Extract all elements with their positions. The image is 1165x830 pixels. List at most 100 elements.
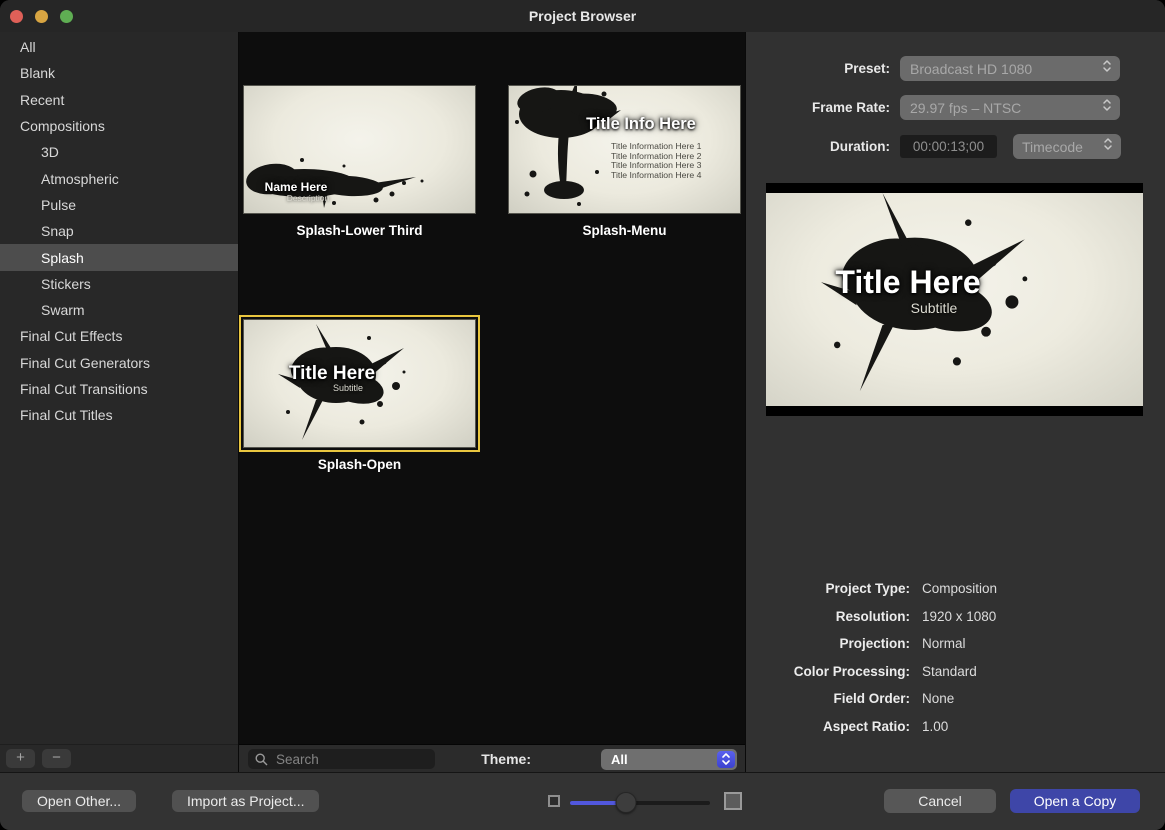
- info-row-field-order: Field Order: None: [746, 685, 1165, 713]
- info-value: Standard: [922, 658, 977, 686]
- info-row-project-type: Project Type: Composition: [746, 575, 1165, 603]
- chevron-updown-icon: [1103, 137, 1113, 156]
- duration-unit-value: Timecode: [1022, 139, 1083, 155]
- search-icon: [255, 753, 268, 766]
- info-label: Color Processing:: [746, 658, 910, 686]
- inspector-panel: Preset: Broadcast HD 1080 Frame Rate: 29…: [746, 32, 1165, 772]
- template-art-title: Name Here: [265, 180, 328, 194]
- theme-label: Theme:: [481, 745, 531, 773]
- sidebar-actions: + −: [0, 744, 238, 772]
- slider-knob[interactable]: [616, 792, 637, 813]
- template-thumbnail-splash-menu[interactable]: Title Info Here Title Information Here 1…: [508, 85, 741, 238]
- sidebar-item-label: Splash: [41, 250, 84, 266]
- thumbnail-size-slider[interactable]: [570, 790, 710, 814]
- bottom-toolbar: Open Other... Import as Project... Cance…: [0, 772, 1165, 830]
- sidebar-item-atmospheric[interactable]: Atmospheric: [0, 165, 238, 191]
- search-field[interactable]: [248, 749, 435, 769]
- frame-rate-dropdown[interactable]: 29.97 fps – NTSC: [900, 95, 1120, 120]
- preset-value: Broadcast HD 1080: [910, 61, 1032, 77]
- template-art-lines: Title Information Here 1Title Informatio…: [611, 142, 701, 180]
- sidebar-item-final-cut-transitions[interactable]: Final Cut Transitions: [0, 376, 238, 402]
- sidebar-item-snap[interactable]: Snap: [0, 218, 238, 244]
- frame-rate-label: Frame Rate:: [746, 95, 890, 120]
- sidebar-item-label: Snap: [41, 223, 74, 239]
- close-button[interactable]: [10, 10, 23, 23]
- info-value: Composition: [922, 575, 997, 603]
- preset-dropdown[interactable]: Broadcast HD 1080: [900, 56, 1120, 81]
- template-thumbnail-splash-lower-third[interactable]: Name Here Description Splash-Lower Third: [243, 85, 476, 238]
- info-value: 1.00: [922, 713, 948, 741]
- sidebar-item-splash[interactable]: Splash: [0, 244, 238, 270]
- sidebar-item-label: Recent: [20, 92, 64, 108]
- sidebar-item-all[interactable]: All: [0, 34, 238, 60]
- project-info-table: Project Type: Composition Resolution: 1920 …: [746, 575, 1165, 740]
- sidebar-item-final-cut-titles[interactable]: Final Cut Titles: [0, 402, 238, 428]
- info-row-resolution: Resolution: 1920 x 1080: [746, 603, 1165, 631]
- remove-button[interactable]: −: [42, 749, 71, 768]
- sidebar-item-final-cut-generators[interactable]: Final Cut Generators: [0, 350, 238, 376]
- sidebar-item-label: Final Cut Transitions: [20, 381, 148, 397]
- category-list: All Blank Recent Compositions 3D Atmospheric P…: [0, 32, 238, 428]
- template-name: Splash-Lower Third: [243, 223, 476, 238]
- info-label: Resolution:: [746, 603, 910, 631]
- import-as-project-button[interactable]: Import as Project...: [172, 790, 319, 812]
- info-label: Aspect Ratio:: [746, 713, 910, 741]
- template-art-line: Title Information Here 4: [611, 171, 701, 181]
- thumbnail-image: Title Here Subtitle: [243, 319, 476, 448]
- zoom-button[interactable]: [60, 10, 73, 23]
- traffic-lights: [10, 10, 73, 23]
- template-art-title: Title Info Here: [586, 115, 696, 134]
- add-button[interactable]: +: [6, 749, 35, 768]
- chevron-updown-icon: [1102, 59, 1112, 78]
- sidebar-item-stickers[interactable]: Stickers: [0, 271, 238, 297]
- sidebar-item-final-cut-effects[interactable]: Final Cut Effects: [0, 323, 238, 349]
- info-value: Normal: [922, 630, 966, 658]
- sidebar-item-recent[interactable]: Recent: [0, 87, 238, 113]
- template-name: Splash-Menu: [508, 223, 741, 238]
- sidebar-item-label: Stickers: [41, 276, 91, 292]
- template-thumbnail-splash-open[interactable]: Title Here Subtitle Splash-Open: [243, 319, 476, 472]
- preview-subtitle: Subtitle: [911, 300, 958, 316]
- open-other-button[interactable]: Open Other...: [22, 790, 136, 812]
- info-row-projection: Projection: Normal: [746, 630, 1165, 658]
- sidebar-item-label: Final Cut Titles: [20, 407, 113, 423]
- sidebar-item-label: Swarm: [41, 302, 85, 318]
- info-label: Projection:: [746, 630, 910, 658]
- thumbnail-size-small-icon: [548, 795, 560, 807]
- info-label: Field Order:: [746, 685, 910, 713]
- search-input[interactable]: [274, 751, 424, 768]
- project-browser-window: Project Browser All Blank Recent Compositio…: [0, 0, 1165, 830]
- info-row-color-processing: Color Processing: Standard: [746, 658, 1165, 686]
- sidebar-item-compositions[interactable]: Compositions: [0, 113, 238, 139]
- ink-splash-graphic: [244, 86, 476, 214]
- preview-image: Title Here Subtitle: [766, 193, 1143, 406]
- preset-label: Preset:: [746, 56, 890, 81]
- thumbnail-image: Title Info Here Title Information Here 1…: [508, 85, 741, 214]
- template-art-title: Title Here: [289, 363, 375, 385]
- theme-dropdown[interactable]: All: [601, 749, 737, 770]
- duration-field[interactable]: 00:00:13;00: [900, 135, 997, 158]
- info-value: 1920 x 1080: [922, 603, 996, 631]
- open-a-copy-button[interactable]: Open a Copy: [1010, 789, 1140, 813]
- sidebar-item-label: All: [20, 39, 36, 55]
- title-bar: Project Browser: [0, 0, 1165, 32]
- browser-bottom-bar: Theme: All: [239, 744, 745, 772]
- preview-title: Title Here: [835, 264, 980, 301]
- sidebar-item-label: Compositions: [20, 118, 105, 134]
- minimize-button[interactable]: [35, 10, 48, 23]
- info-value: None: [922, 685, 954, 713]
- duration-unit-dropdown[interactable]: Timecode: [1013, 134, 1121, 159]
- sidebar-item-label: Pulse: [41, 197, 76, 213]
- sidebar-item-label: Final Cut Effects: [20, 328, 122, 344]
- info-row-aspect-ratio: Aspect Ratio: 1.00: [746, 713, 1165, 741]
- sidebar-item-3d[interactable]: 3D: [0, 139, 238, 165]
- sidebar-item-blank[interactable]: Blank: [0, 60, 238, 86]
- sidebar-item-label: 3D: [41, 144, 59, 160]
- template-name: Splash-Open: [243, 457, 476, 472]
- info-label: Project Type:: [746, 575, 910, 603]
- sidebar-item-pulse[interactable]: Pulse: [0, 192, 238, 218]
- thumbnail-size-large-icon: [724, 792, 742, 810]
- cancel-button[interactable]: Cancel: [884, 789, 996, 813]
- sidebar-item-swarm[interactable]: Swarm: [0, 297, 238, 323]
- sidebar-item-label: Blank: [20, 65, 55, 81]
